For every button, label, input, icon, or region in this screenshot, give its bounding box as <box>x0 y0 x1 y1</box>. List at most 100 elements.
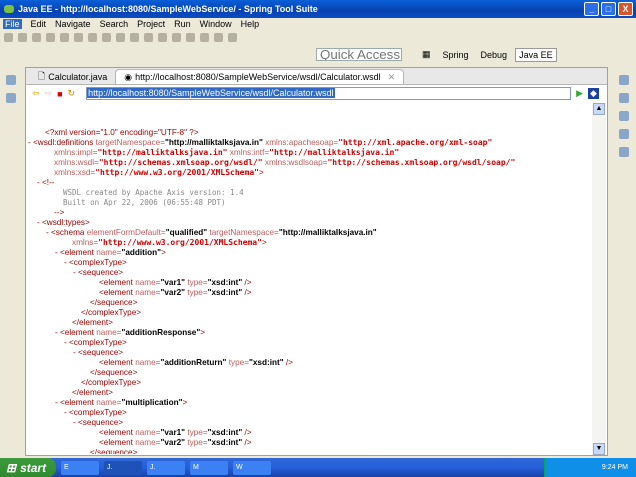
outline-icon[interactable] <box>619 75 629 85</box>
task-m[interactable]: M <box>190 460 228 475</box>
xml-token: </element> <box>72 318 113 327</box>
xml-line: - <wsdl:definitions targetNamespace="htt… <box>28 138 492 148</box>
stop-icon[interactable] <box>74 32 83 42</box>
refresh-icon[interactable]: ↻ <box>68 88 76 99</box>
xml-token: name= <box>135 358 161 367</box>
search-icon[interactable] <box>200 32 209 42</box>
window-title: Java EE - http://localhost:8080/SampleWe… <box>18 4 318 14</box>
xml-token: <element <box>99 428 136 437</box>
new-icon[interactable] <box>4 32 13 42</box>
xml-token: "addition" <box>121 248 162 257</box>
scroll-up-icon[interactable]: ▲ <box>593 103 605 115</box>
external-tools-icon[interactable] <box>158 32 167 42</box>
perspective-java-ee[interactable]: Java EE <box>515 47 557 62</box>
xml-token: <element <box>99 358 136 367</box>
xml-token: name= <box>135 428 161 437</box>
menu-navigate[interactable]: Navigate <box>55 19 91 29</box>
servers-icon[interactable] <box>619 111 629 121</box>
xml-line: <?xml version="1.0" encoding="UTF-8" ?> <box>45 128 199 138</box>
step-over-icon[interactable] <box>102 32 111 42</box>
scroll-down-icon[interactable]: ▼ <box>593 443 605 455</box>
xml-token: "xsd:int" <box>207 438 243 447</box>
xml-line: </element> <box>72 388 113 398</box>
xml-token: <sequence> <box>78 348 124 357</box>
xml-line: - <sequence> <box>73 348 123 358</box>
menu-window[interactable]: Window <box>200 19 232 29</box>
xml-token: "http://www.w3.org/2001/XMLSchema" <box>95 168 259 177</box>
xml-token: "var2" <box>160 438 186 447</box>
perspective-debug[interactable]: Debug <box>477 48 512 62</box>
tab-close-icon[interactable]: ✕ <box>388 72 396 83</box>
xml-token: xmlns:apachesoap= <box>262 138 339 147</box>
xml-line: </complexType> <box>81 308 141 318</box>
menu-run[interactable]: Run <box>174 19 191 29</box>
globe-icon: ◉ <box>124 71 133 82</box>
tab-calculator-java[interactable]: 🗋 Calculator.java <box>30 69 115 84</box>
menu-help[interactable]: Help <box>241 19 260 29</box>
xml-token: "var2" <box>160 288 186 297</box>
go-icon[interactable]: ▶ <box>576 88 583 99</box>
back-icon[interactable] <box>214 32 223 42</box>
xml-token: "additionReturn" <box>160 358 227 367</box>
xml-line: - <element name="multiplication"> <box>55 398 187 408</box>
xml-token: /> <box>242 288 252 297</box>
pause-icon[interactable] <box>60 32 69 42</box>
perspective-spring[interactable]: Spring <box>439 48 473 62</box>
xml-token: name= <box>135 278 161 287</box>
xml-token: <wsdl:types> <box>42 218 90 227</box>
xml-token: "additionResponse" <box>121 328 201 337</box>
xml-token: name= <box>96 398 122 407</box>
task-w[interactable]: W <box>233 460 271 475</box>
menu-search[interactable]: Search <box>100 19 129 29</box>
menu-project[interactable]: Project <box>137 19 165 29</box>
forward-arrow-icon[interactable]: ⇨ <box>45 88 53 99</box>
vertical-scrollbar[interactable]: ▲ ▼ <box>592 103 606 455</box>
xml-token: </sequence> <box>90 368 138 377</box>
debug-icon[interactable] <box>46 32 55 42</box>
xml-line: - <complexType> <box>64 408 127 418</box>
task-list-icon[interactable] <box>619 93 629 103</box>
task-sts[interactable]: J. <box>104 460 142 475</box>
restore-icon[interactable] <box>6 75 16 85</box>
print-icon[interactable] <box>32 32 41 42</box>
console-icon[interactable] <box>619 129 629 139</box>
minimize-button[interactable]: _ <box>584 2 599 16</box>
xml-token: name= <box>135 288 161 297</box>
step-icon[interactable] <box>88 32 97 42</box>
xml-token: /> <box>242 438 252 447</box>
bug-icon[interactable] <box>130 32 139 42</box>
xml-line: - <complexType> <box>64 338 127 348</box>
browser-menu-icon[interactable]: ◆ <box>588 88 599 99</box>
new-project-icon[interactable] <box>172 32 181 42</box>
back-arrow-icon[interactable]: ⇦ <box>32 88 40 99</box>
task-folder[interactable]: J. <box>147 460 185 475</box>
xml-line: - <!-- <box>37 178 55 188</box>
start-label: start <box>20 460 47 475</box>
xml-token: xmlns:wsdlsoap= <box>262 158 328 167</box>
xml-token: "http://malliktalksjava.in" <box>165 138 263 147</box>
close-button[interactable]: X <box>618 2 633 16</box>
forward-icon[interactable] <box>228 32 237 42</box>
menu-bar: File Edit Navigate Search Project Run Wi… <box>0 18 636 30</box>
xml-token: "xsd:int" <box>207 428 243 437</box>
save-icon[interactable] <box>18 32 27 42</box>
menu-edit[interactable]: Edit <box>31 19 47 29</box>
stop-icon[interactable]: ■ <box>57 89 62 99</box>
start-button[interactable]: ⊞ start <box>0 458 56 477</box>
xml-token: <sequence> <box>78 268 124 277</box>
task-chrome[interactable]: E <box>61 460 99 475</box>
maximize-button[interactable]: □ <box>601 2 616 16</box>
xml-token: targetNamespace= <box>207 228 279 237</box>
tab-calculator-wsdl[interactable]: ◉ http://localhost:8080/SampleWebService/… <box>115 69 405 84</box>
xml-token: </sequence> <box>90 298 138 307</box>
package-explorer-icon[interactable] <box>6 93 16 103</box>
menu-file[interactable]: File <box>3 19 22 29</box>
open-perspective-icon[interactable]: ▦ <box>418 47 435 62</box>
xml-token: name= <box>96 248 122 257</box>
markers-icon[interactable] <box>619 147 629 157</box>
run-icon[interactable] <box>144 32 153 42</box>
open-type-icon[interactable] <box>186 32 195 42</box>
url-input[interactable]: http://localhost:8080/SampleWebService/w… <box>86 87 572 100</box>
quick-access-input[interactable] <box>316 48 402 61</box>
server-icon[interactable] <box>116 32 125 42</box>
